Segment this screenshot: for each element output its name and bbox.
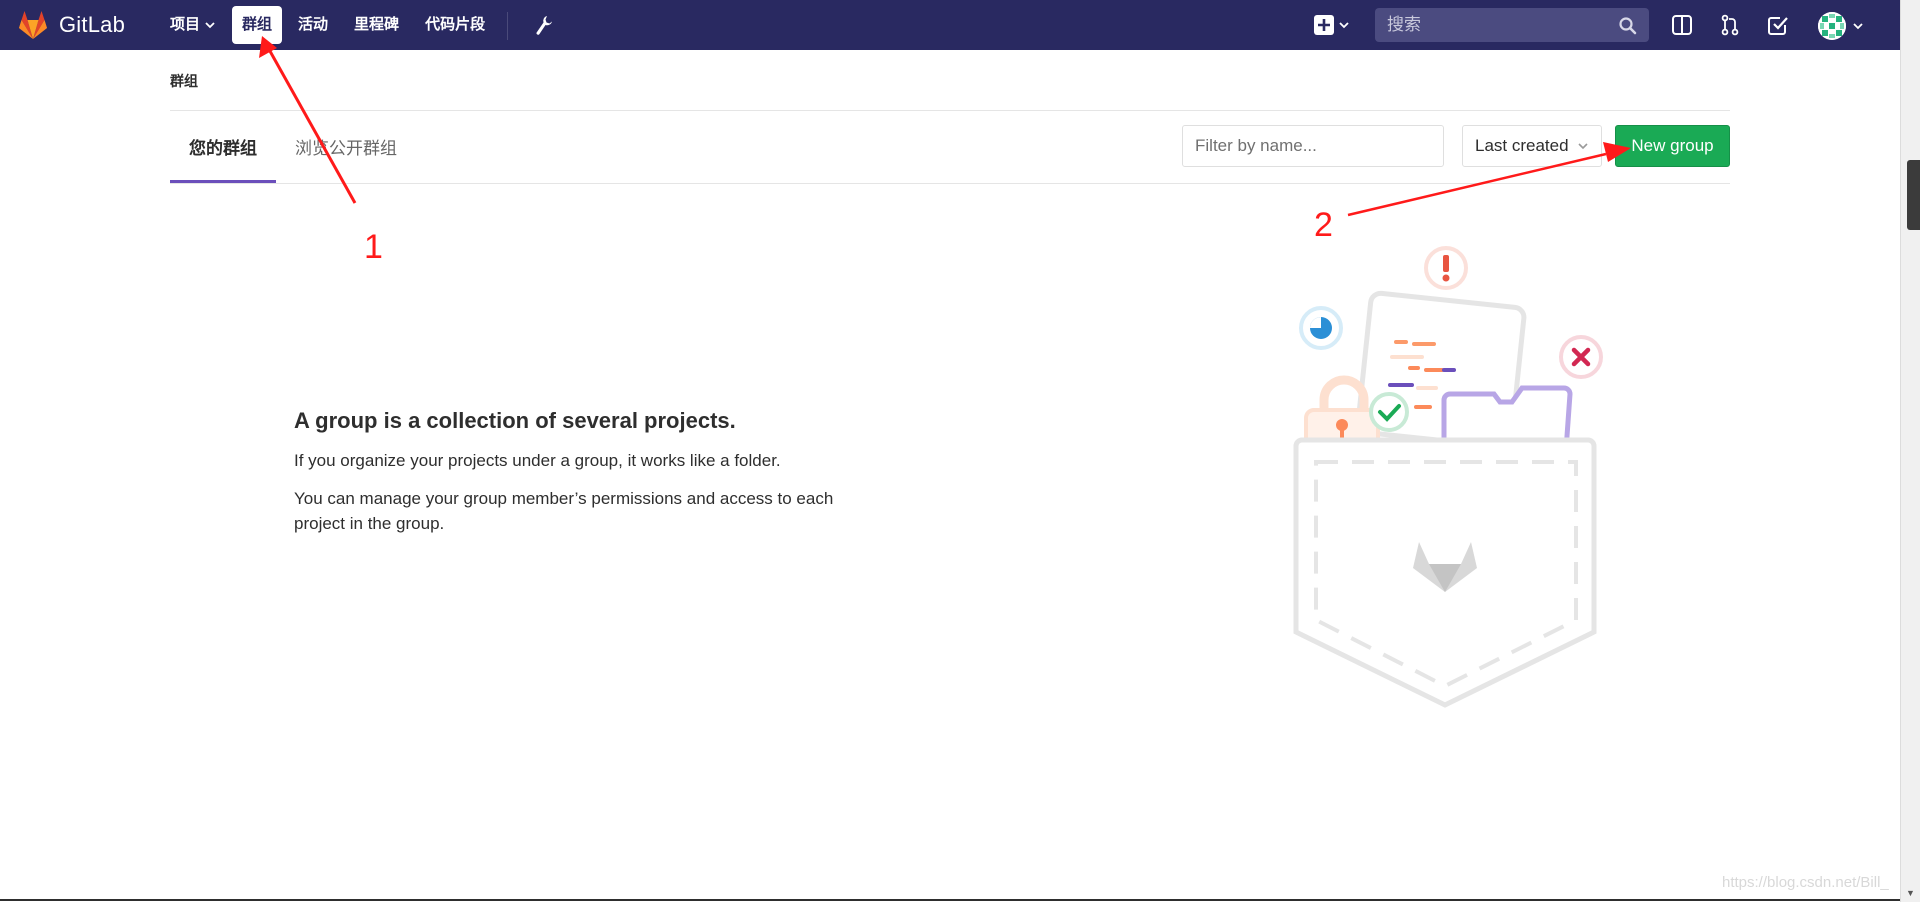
filter-by-name-input[interactable] xyxy=(1182,125,1444,167)
avatar xyxy=(1818,12,1846,40)
issues-link[interactable] xyxy=(1670,13,1694,37)
nav-activity[interactable]: 活动 xyxy=(288,6,338,44)
empty-state-text: You can manage your group member’s permi… xyxy=(294,489,834,533)
merge-request-icon xyxy=(1721,14,1739,36)
identicon-avatar-icon xyxy=(1818,12,1846,40)
tab-explore-public-groups[interactable]: 浏览公开群组 xyxy=(276,111,416,183)
chevron-down-icon xyxy=(1339,22,1349,29)
vertical-scrollbar[interactable]: ▼ xyxy=(1900,0,1920,902)
annotation-number: 2 xyxy=(1314,206,1333,244)
empty-state-text: If you organize your projects under a gr… xyxy=(294,451,781,470)
annotation-number: 1 xyxy=(364,228,383,266)
search-icon[interactable] xyxy=(1618,16,1638,36)
gitlab-logo-icon xyxy=(19,11,47,39)
sort-selected-label: Last created xyxy=(1475,136,1569,155)
chevron-down-icon xyxy=(1578,143,1588,150)
nav-divider xyxy=(507,12,508,40)
todo-check-icon xyxy=(1768,17,1788,35)
scroll-down-arrow-icon[interactable]: ▼ xyxy=(1906,888,1915,898)
window-bottom-border xyxy=(0,899,1900,901)
nav-groups[interactable]: 群组 xyxy=(232,6,283,44)
watermark: https://blog.csdn.net/Bill_ xyxy=(1722,874,1889,891)
tab-your-groups[interactable]: 您的群组 xyxy=(170,111,276,183)
nav-projects[interactable]: 项目 xyxy=(160,6,226,44)
new-dropdown[interactable] xyxy=(1314,13,1350,37)
new-group-button[interactable]: New group xyxy=(1615,125,1730,167)
brand-name: GitLab xyxy=(59,12,126,37)
merge-requests-link[interactable] xyxy=(1718,13,1742,37)
clock-icon xyxy=(1299,306,1343,350)
wrench-icon xyxy=(536,16,552,35)
search-input[interactable] xyxy=(1375,8,1649,42)
check-icon xyxy=(1369,392,1409,432)
scroll-thumb[interactable] xyxy=(1907,160,1920,230)
empty-state-title: A group is a collection of several proje… xyxy=(294,408,736,433)
nav-groups-label: 群组 xyxy=(242,16,273,33)
chevron-down-icon xyxy=(1853,23,1863,30)
sort-dropdown[interactable]: Last created xyxy=(1462,125,1602,167)
nav-snippets-label: 代码片段 xyxy=(425,16,486,33)
todos-link[interactable] xyxy=(1766,13,1790,37)
plus-square-icon xyxy=(1314,15,1334,35)
nav-milestones-label: 里程碑 xyxy=(354,16,400,33)
nav-snippets[interactable]: 代码片段 xyxy=(415,6,495,44)
admin-area-link[interactable] xyxy=(530,11,558,39)
nav-projects-label: 项目 xyxy=(170,16,201,33)
empty-groups-illustration xyxy=(1293,246,1603,708)
top-navbar: GitLab 项目 群组 活动 里程碑 代码片段 xyxy=(0,0,1900,50)
nav-activity-label: 活动 xyxy=(298,16,329,33)
alert-icon xyxy=(1424,246,1468,290)
close-icon xyxy=(1559,335,1603,379)
chevron-down-icon xyxy=(205,22,215,29)
nav-milestones[interactable]: 里程碑 xyxy=(344,6,409,44)
divider xyxy=(170,183,1730,184)
user-menu[interactable] xyxy=(1818,11,1864,41)
gitlab-home-link[interactable]: GitLab xyxy=(17,9,125,41)
breadcrumb[interactable]: 群组 xyxy=(170,71,198,91)
group-tabs: 您的群组 浏览公开群组 xyxy=(170,111,416,183)
primary-nav: 项目 群组 活动 里程碑 代码片段 xyxy=(160,0,495,50)
issues-icon xyxy=(1672,15,1692,35)
